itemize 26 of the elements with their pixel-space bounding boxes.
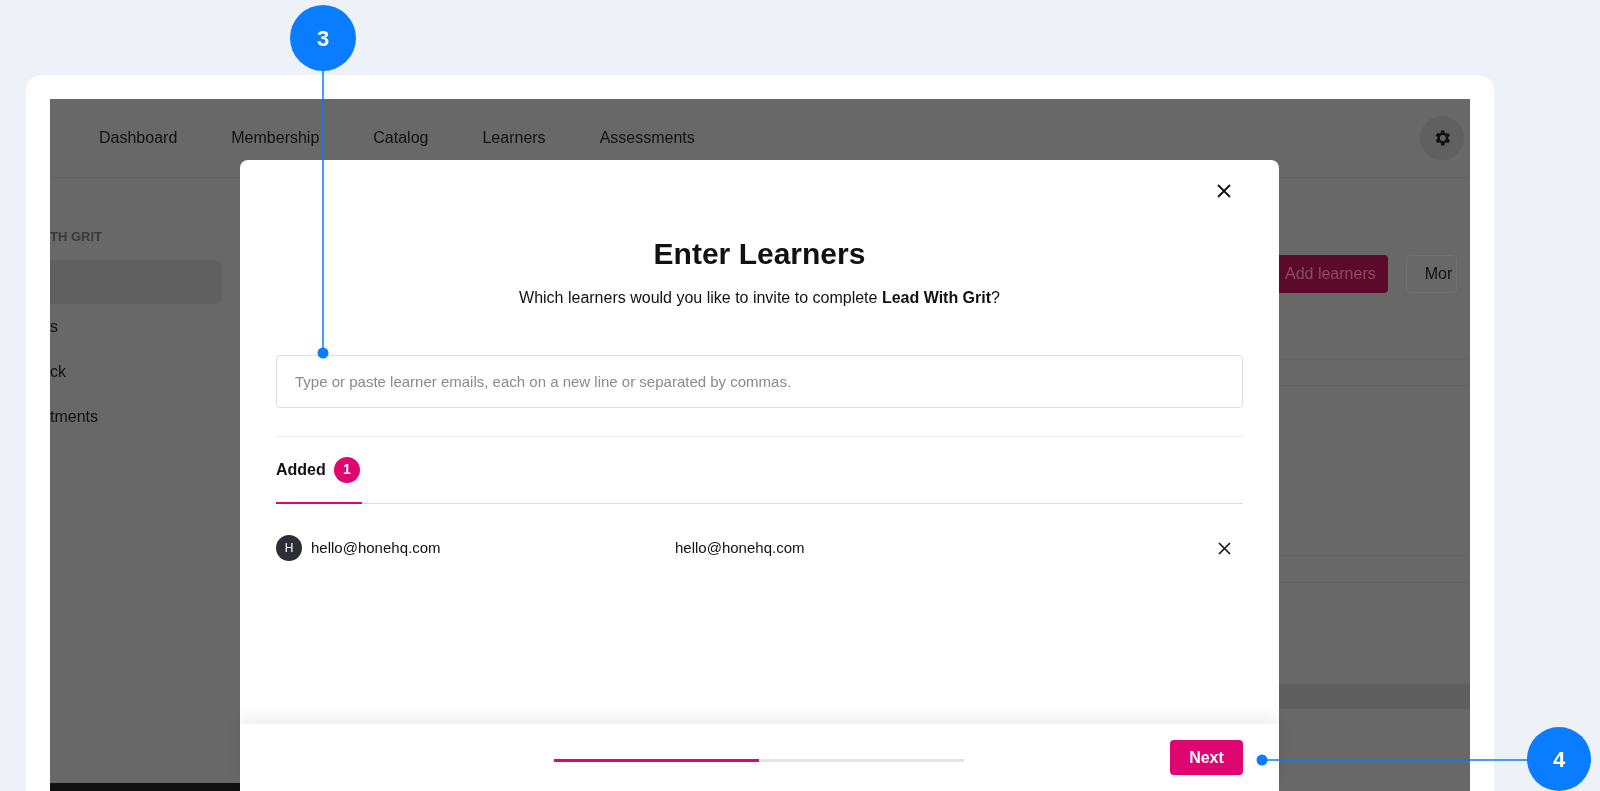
- email-input-field[interactable]: Type or paste learner emails, each on a new line or separated by commas.: [276, 355, 1243, 408]
- learner-name: hello@honehq.com: [311, 537, 442, 558]
- close-icon: [1216, 183, 1232, 199]
- callout-badge: 3: [290, 5, 356, 71]
- sidebar-item[interactable]: ck: [50, 360, 66, 384]
- close-icon: [1217, 541, 1231, 555]
- nav-link[interactable]: Learners: [482, 126, 546, 150]
- tab-label: Added: [276, 459, 326, 480]
- nav-link[interactable]: Membership: [231, 126, 320, 150]
- avatar: H: [276, 535, 302, 561]
- nav-link[interactable]: Assessments: [599, 126, 695, 150]
- settings-button[interactable]: [1420, 116, 1464, 160]
- more-button[interactable]: Mor: [1405, 255, 1458, 293]
- nav-link[interactable]: Catalog: [373, 126, 429, 150]
- next-button[interactable]: Next: [1170, 740, 1243, 775]
- sidebar-item[interactable]: tments: [50, 405, 98, 429]
- dialog-title: Enter Learners: [653, 236, 866, 272]
- learner-email: hello@honehq.com: [675, 537, 805, 558]
- remove-button[interactable]: [1217, 541, 1231, 555]
- nav-link[interactable]: Dashboard: [99, 126, 178, 150]
- sidebar-item[interactable]: s: [50, 315, 58, 339]
- added-tab[interactable]: Added 1: [276, 437, 362, 504]
- close-button[interactable]: [1215, 182, 1233, 200]
- dialog-subtitle: Which learners would you like to invite to complete Lead With Grit?: [518, 288, 1001, 308]
- callout-badge: 4: [1527, 727, 1591, 791]
- count-badge: 1: [333, 456, 360, 483]
